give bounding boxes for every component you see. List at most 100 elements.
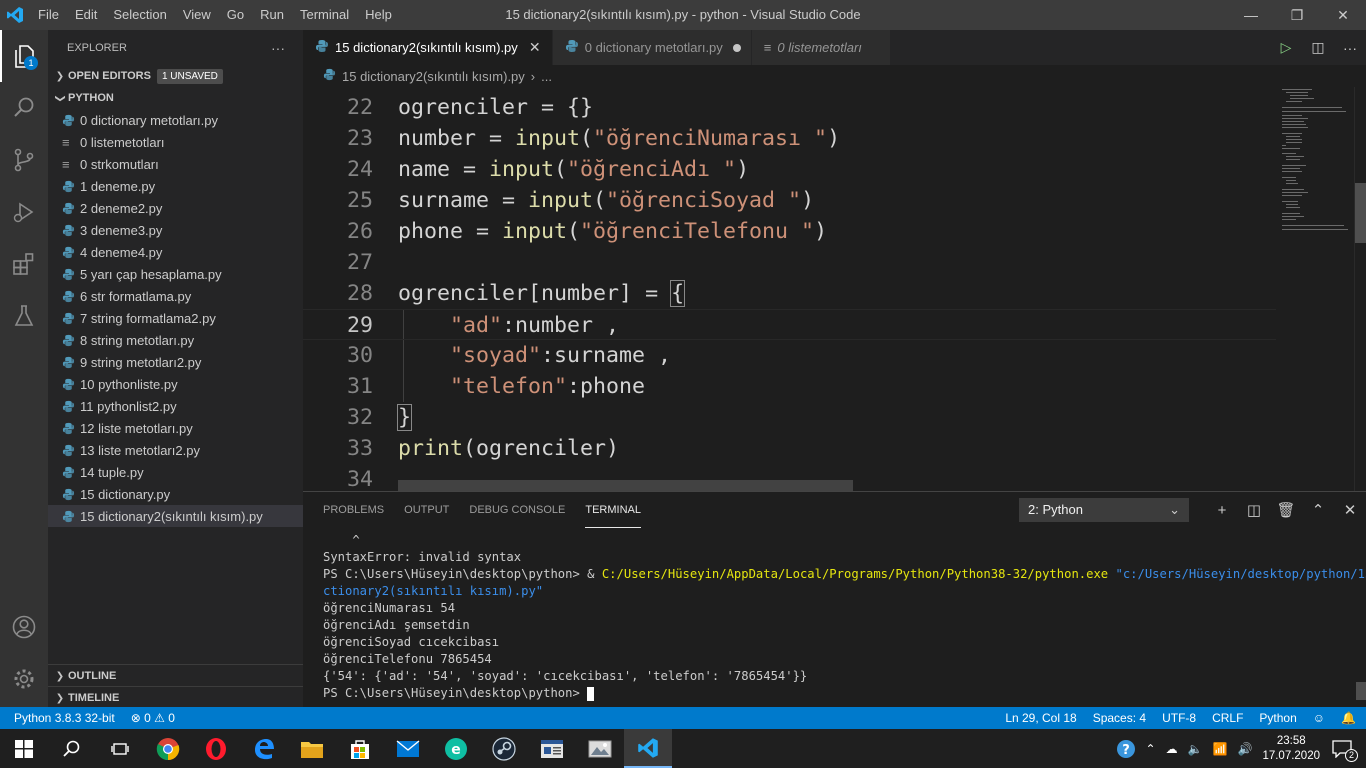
tab-problems[interactable]: PROBLEMS (323, 492, 384, 528)
vertical-scrollbar[interactable] (1354, 87, 1366, 491)
menu-go[interactable]: Go (219, 0, 252, 30)
edge-icon[interactable] (240, 729, 288, 768)
store-icon[interactable] (336, 729, 384, 768)
tab-output[interactable]: OUTPUT (404, 492, 449, 528)
file-item[interactable]: 10 pythonliste.py (48, 373, 303, 395)
terminal-select[interactable]: 2: Python ⌄ (1019, 498, 1189, 522)
chevron-up-icon[interactable]: ⌃ (1146, 742, 1156, 756)
menu-selection[interactable]: Selection (105, 0, 174, 30)
menu-view[interactable]: View (175, 0, 219, 30)
menu-run[interactable]: Run (252, 0, 292, 30)
file-item[interactable]: 7 string formatlama2.py (48, 307, 303, 329)
opera-icon[interactable] (192, 729, 240, 768)
terminal-output[interactable]: ^ SyntaxError: invalid syntax PS C:\User… (323, 532, 1366, 702)
code-line[interactable]: 31 "telefon":phone (303, 371, 1276, 402)
file-item[interactable]: 15 dictionary2(sıkıntılı kısım).py (48, 505, 303, 527)
split-editor-icon[interactable]: ◫ (1302, 39, 1334, 56)
mail-icon[interactable] (384, 729, 432, 768)
terminal-scrollbar[interactable] (1356, 682, 1366, 700)
volume-icon[interactable]: 🔈 (1188, 742, 1203, 756)
timeline-section[interactable]: ❯ TIMELINE (48, 686, 303, 709)
file-item[interactable]: ≡ 0 listemetotları (48, 131, 303, 153)
notifications-bell-icon[interactable]: 🔔 (1341, 711, 1356, 725)
end-of-line[interactable]: CRLF (1212, 711, 1243, 725)
code-line[interactable]: 29 "ad":number , (303, 309, 1276, 340)
file-item[interactable]: 6 str formatlama.py (48, 285, 303, 307)
language-mode[interactable]: Python (1259, 711, 1296, 725)
outline-section[interactable]: ❯ OUTLINE (48, 664, 303, 687)
minimap[interactable] (1276, 87, 1354, 491)
account-icon[interactable] (0, 601, 48, 653)
run-debug-icon[interactable] (0, 186, 48, 238)
onedrive-cloud-icon[interactable]: ☁ (1166, 742, 1178, 756)
extensions-icon[interactable] (0, 238, 48, 290)
news-app-icon[interactable] (528, 729, 576, 768)
action-center-icon[interactable]: 2 (1332, 739, 1358, 762)
source-control-icon[interactable] (0, 134, 48, 186)
menu-edit[interactable]: Edit (67, 0, 105, 30)
minimize-icon[interactable]: — (1228, 0, 1274, 30)
code-line[interactable]: 30 "soyad":surname , (303, 340, 1276, 371)
tab-terminal[interactable]: TERMINAL (585, 492, 641, 528)
menu-terminal[interactable]: Terminal (292, 0, 357, 30)
scrollbar-thumb[interactable] (1355, 183, 1366, 243)
file-item[interactable]: 9 string metotları2.py (48, 351, 303, 373)
code-line[interactable]: 33 print(ogrenciler) (303, 433, 1276, 464)
code-line[interactable]: 32} (303, 402, 1276, 433)
file-explorer-icon[interactable] (288, 729, 336, 768)
manage-gear-icon[interactable] (0, 653, 48, 705)
new-terminal-icon[interactable]: + (1206, 502, 1238, 519)
file-item[interactable]: 15 dictionary.py (48, 483, 303, 505)
speaker-icon[interactable]: 🔊 (1237, 742, 1252, 756)
edge-chromium-icon[interactable]: e (432, 729, 480, 768)
breadcrumb-file[interactable]: 15 dictionary2(sıkıntılı kısım).py (342, 69, 525, 84)
file-item[interactable]: ≡ 0 strkomutları (48, 153, 303, 175)
restore-icon[interactable]: ❐ (1274, 0, 1320, 30)
problems-count[interactable]: ⊗ 0 ⚠ 0 (131, 711, 175, 725)
close-window-icon[interactable]: ✕ (1320, 0, 1366, 30)
unsaved-dot-icon[interactable] (732, 43, 741, 52)
code-line[interactable]: 23 number = input("öğrenciNumarası ") (303, 123, 1276, 154)
python-interpreter[interactable]: Python 3.8.3 32-bit (14, 711, 115, 725)
close-panel-icon[interactable]: ✕ (1334, 501, 1366, 519)
indentation[interactable]: Spaces: 4 (1093, 711, 1146, 725)
tab-15-dictionary2[interactable]: 15 dictionary2(sıkıntılı kısım).py ✕ (303, 30, 553, 65)
menu-file[interactable]: File (30, 0, 67, 30)
steam-icon[interactable] (480, 729, 528, 768)
file-item[interactable]: 2 deneme2.py (48, 197, 303, 219)
file-item[interactable]: 14 tuple.py (48, 461, 303, 483)
code-line[interactable]: 25 surname = input("öğrenciSoyad ") (303, 185, 1276, 216)
file-item[interactable]: 13 liste metotları2.py (48, 439, 303, 461)
maximize-panel-icon[interactable]: ⌃ (1302, 501, 1334, 519)
more-actions-icon[interactable]: ··· (1334, 40, 1366, 56)
tab-0-dictionary-metotlari[interactable]: 0 dictionary metotları.py (552, 30, 752, 65)
feedback-icon[interactable]: ☺ (1313, 711, 1325, 725)
file-item[interactable]: 5 yarı çap hesaplama.py (48, 263, 303, 285)
search-icon[interactable] (48, 729, 96, 768)
menu-help[interactable]: Help (357, 0, 400, 30)
code-line[interactable]: 26 phone = input("öğrenciTelefonu ") (303, 216, 1276, 247)
tab-0-listemetotlari[interactable]: ≡ 0 listemetotları (751, 30, 891, 65)
split-terminal-icon[interactable]: ◫ (1238, 501, 1270, 519)
code-line[interactable]: 28 ogrenciler[number] = { (303, 278, 1276, 309)
close-tab-icon[interactable]: ✕ (528, 39, 542, 56)
network-wifi-icon[interactable]: 📶 (1213, 742, 1228, 756)
cursor-position[interactable]: Ln 29, Col 18 (1005, 711, 1076, 725)
trash-icon[interactable]: 🗑 (1270, 501, 1302, 519)
tab-debug-console[interactable]: DEBUG CONSOLE (469, 492, 565, 528)
help-icon[interactable]: ? (1116, 739, 1136, 759)
more-actions-icon[interactable]: ··· (271, 40, 285, 56)
file-item[interactable]: 11 pythonlist2.py (48, 395, 303, 417)
windows-start-icon[interactable] (0, 729, 48, 768)
breadcrumb-rest[interactable]: ... (541, 69, 552, 84)
chrome-icon[interactable] (144, 729, 192, 768)
file-item[interactable]: 12 liste metotları.py (48, 417, 303, 439)
code-line[interactable]: 22 ogrenciler = {} (303, 92, 1276, 123)
file-item[interactable]: 8 string metotları.py (48, 329, 303, 351)
file-item[interactable]: 4 deneme4.py (48, 241, 303, 263)
clock[interactable]: 23:58 17.07.2020 (1262, 734, 1320, 764)
file-item[interactable]: 0 dictionary metotları.py (48, 109, 303, 131)
vscode-logo-icon[interactable] (0, 0, 30, 30)
search-icon[interactable] (0, 82, 48, 134)
task-view-icon[interactable] (96, 729, 144, 768)
